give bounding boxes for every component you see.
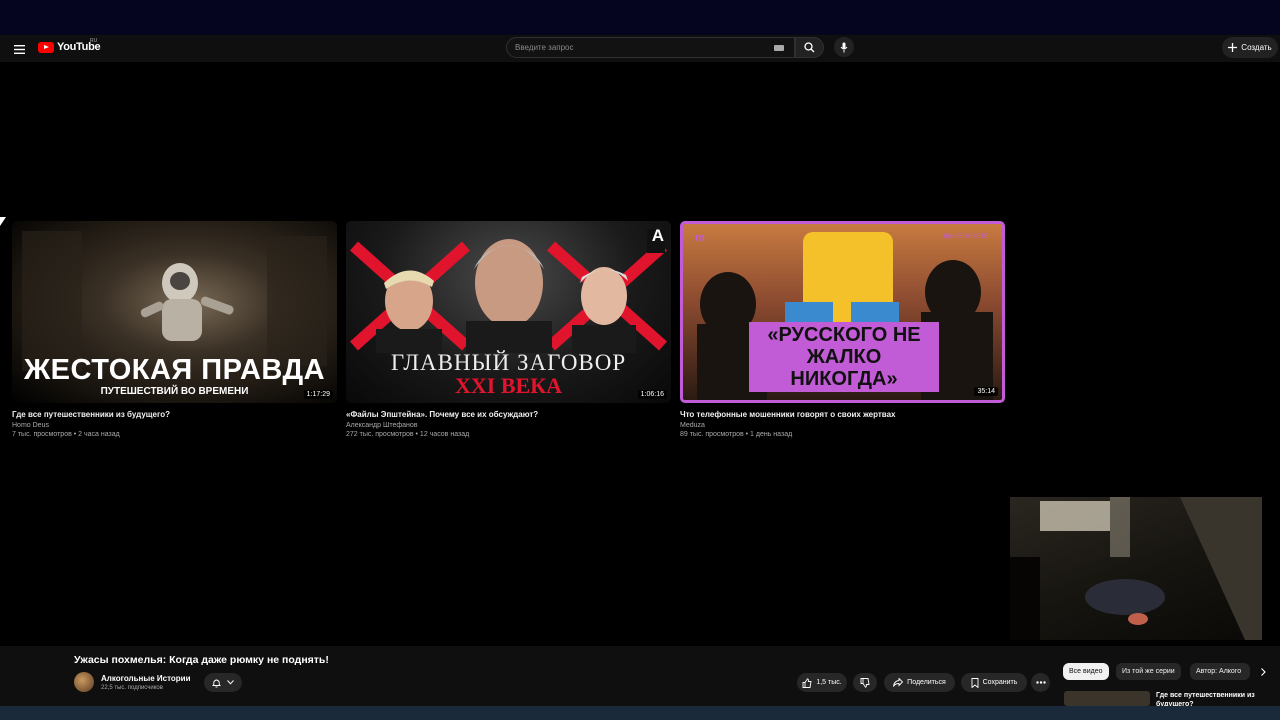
save-button[interactable]: Сохранить [961, 673, 1027, 692]
video-meta: 7 тыс. просмотров • 2 часа назад [12, 431, 120, 438]
video-card[interactable]: ЖЕСТОКАЯ ПРАВДА ПУТЕШЕСТВИЙ ВО ВРЕМЕНИ 1… [12, 221, 337, 438]
channel-name[interactable]: Homo Deus [12, 422, 337, 429]
subscriber-count: 22,5 тыс. подписчиков [101, 685, 163, 691]
duration-badge: 35:14 [974, 387, 998, 396]
plus-icon [1228, 43, 1238, 52]
menu-icon[interactable] [10, 40, 28, 58]
thumbnail-headline: ЖЕСТОКАЯ ПРАВДА [23, 354, 326, 386]
thumbnail-subline: XXI ВЕКА [454, 373, 563, 398]
dislike-button[interactable] [853, 673, 877, 692]
up-next-thumbnail[interactable] [1064, 691, 1150, 706]
masthead: YouTube RU Создать [0, 35, 1280, 62]
create-label: Создать [1241, 43, 1272, 52]
channel-name[interactable]: Meduza [680, 422, 1005, 429]
more-actions-button[interactable] [1031, 673, 1050, 692]
thumbnail-subline: ПУТЕШЕСТВИЙ ВО ВРЕМЕНИ [100, 386, 249, 397]
video-thumbnail[interactable]: m ВЫ НЕ ЗНАЕТЕ «РУССКОГО НЕ ЖАЛКО НИКОГД… [680, 221, 1005, 403]
region-code: RU [90, 38, 98, 44]
video-title[interactable]: Где все путешественники из будущего? [12, 409, 337, 420]
bottom-strip [0, 706, 1280, 720]
share-icon [893, 678, 904, 687]
meduza-logo: m [695, 232, 705, 244]
thumbs-down-icon [860, 677, 870, 688]
chip-same-series[interactable]: Из той же серии [1116, 663, 1181, 680]
share-button[interactable]: Поделиться [884, 673, 955, 692]
corner-caption: ВЫ НЕ ЗНАЕТЕ [943, 234, 988, 240]
duration-badge: 1:06:16 [637, 390, 667, 399]
chevron-right-icon[interactable] [1256, 664, 1270, 680]
avatar[interactable] [74, 672, 94, 692]
keyboard-icon[interactable] [774, 44, 784, 51]
now-playing-title: Ужасы похмелья: Когда даже рюмку не подн… [74, 654, 329, 666]
video-card[interactable]: m ВЫ НЕ ЗНАЕТЕ «РУССКОГО НЕ ЖАЛКО НИКОГД… [680, 221, 1005, 438]
channel-name[interactable]: Александр Штефанов [346, 422, 671, 429]
more-horizontal-icon [1035, 681, 1046, 684]
chip-author[interactable]: Автор: Алкого [1190, 663, 1250, 680]
browser-top-strip [0, 0, 1280, 35]
video-meta: 89 тыс. просмотров • 1 день назад [680, 431, 793, 438]
chevron-down-icon [227, 680, 234, 685]
share-label: Поделиться [907, 679, 946, 686]
video-title[interactable]: «Файлы Эпштейна». Почему все их обсуждаю… [346, 409, 671, 420]
video-meta: 272 тыс. просмотров • 12 часов назад [346, 431, 470, 438]
video-thumbnail[interactable]: ЖЕСТОКАЯ ПРАВДА ПУТЕШЕСТВИЙ ВО ВРЕМЕНИ 1… [12, 221, 337, 403]
create-button[interactable]: Создать [1222, 37, 1278, 58]
chip-all-videos[interactable]: Все видео [1063, 663, 1109, 680]
video-card[interactable]: А ГЛАВНЫЙ ЗАГОВОР XXI ВЕКА 1:06:16 «Файл… [346, 221, 671, 438]
search-button[interactable] [795, 37, 824, 58]
video-title[interactable]: Что телефонные мошенники говорят о своих… [680, 409, 1005, 420]
channel-badge: А [651, 226, 664, 245]
thumbnail-headline: «РУССКОГО НЕ ЖАЛКО НИКОГДА» [749, 322, 939, 392]
voice-search-button[interactable] [834, 37, 854, 57]
thumbnail-headline: ГЛАВНЫЙ ЗАГОВОР [390, 350, 627, 375]
youtube-logo[interactable]: YouTube RU [38, 38, 101, 53]
notifications-button[interactable] [204, 673, 242, 692]
search-icon [804, 42, 815, 53]
bookmark-icon [971, 677, 979, 688]
video-grid: ЖЕСТОКАЯ ПРАВДА ПУТЕШЕСТВИЙ ВО ВРЕМЕНИ 1… [12, 221, 1005, 438]
video-thumbnail[interactable]: А ГЛАВНЫЙ ЗАГОВОР XXI ВЕКА 1:06:16 [346, 221, 671, 403]
channel-name[interactable]: Алкогольные Истории [101, 674, 191, 683]
like-count: 1,5 тыс. [816, 679, 842, 686]
save-label: Сохранить [982, 679, 1018, 686]
mouse-cursor-icon [0, 217, 6, 226]
watch-info-bar: Ужасы похмелья: Когда даже рюмку не подн… [0, 646, 1280, 708]
thumbs-up-icon [802, 677, 812, 688]
microphone-icon [840, 42, 848, 52]
miniplayer-video[interactable] [1010, 497, 1262, 640]
youtube-play-icon [38, 41, 54, 53]
room-scene [1010, 497, 1262, 640]
duration-badge: 1:17:29 [303, 390, 333, 399]
search-box [506, 37, 795, 58]
bell-icon [212, 679, 221, 687]
like-button[interactable]: 1,5 тыс. [797, 673, 847, 692]
search-input[interactable] [507, 43, 774, 52]
